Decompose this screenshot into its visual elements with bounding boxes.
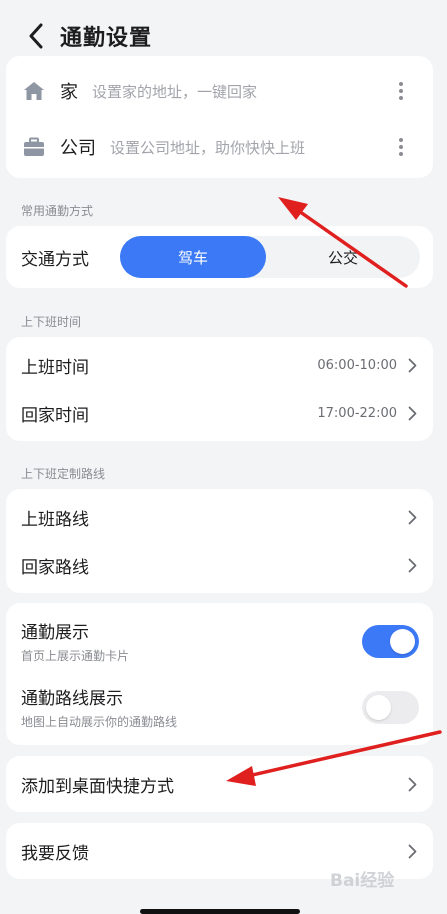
chevron-left-icon bbox=[29, 23, 43, 49]
add-shortcut-label: 添加到桌面快捷方式 bbox=[21, 776, 174, 797]
commute-mode-card: 交通方式 驾车 公交 bbox=[6, 226, 433, 288]
toggle-row-route-display: 通勤路线展示 地图上自动展示你的通勤路线 bbox=[6, 679, 433, 735]
display-card: 通勤展示 首页上展示通勤卡片 通勤路线展示 地图上自动展示你的通勤路线 bbox=[6, 603, 433, 745]
toggle-knob bbox=[390, 628, 415, 654]
time-row-value: 06:00-10:00 bbox=[317, 357, 397, 373]
address-hint: 设置公司地址，助你快快上班 bbox=[110, 138, 306, 157]
time-row-label: 回家时间 bbox=[21, 405, 89, 426]
home-icon bbox=[22, 79, 46, 103]
address-row-home[interactable]: 家 设置家的地址，一键回家 bbox=[6, 64, 433, 118]
toggle-row-sub: 地图上自动展示你的通勤路线 bbox=[21, 715, 178, 729]
address-hint: 设置家的地址，一键回家 bbox=[92, 82, 258, 101]
toggle-row-sub: 首页上展示通勤卡片 bbox=[21, 649, 130, 663]
more-vertical-icon[interactable] bbox=[391, 132, 411, 162]
commute-time-card: 上班时间 06:00-10:00 回家时间 17:00-22:00 bbox=[6, 337, 433, 441]
toggle-row-label: 通勤展示 bbox=[21, 623, 89, 643]
address-title: 家 bbox=[60, 82, 78, 103]
home-indicator bbox=[140, 909, 300, 914]
chevron-right-icon bbox=[405, 774, 419, 794]
watermark: Bai经验 bbox=[330, 871, 395, 891]
feedback-label: 我要反馈 bbox=[21, 843, 89, 864]
commute-mode-segmented-control: 驾车 公交 bbox=[120, 236, 420, 278]
mode-option-drive[interactable]: 驾车 bbox=[120, 236, 266, 278]
commute-display-toggle[interactable] bbox=[362, 624, 419, 658]
briefcase-icon bbox=[22, 135, 46, 159]
address-row-company[interactable]: 公司 设置公司地址，助你快快上班 bbox=[6, 120, 433, 174]
commute-mode-label: 交通方式 bbox=[21, 249, 89, 270]
toggle-knob bbox=[366, 694, 391, 720]
back-button[interactable] bbox=[16, 16, 56, 56]
route-row-label: 回家路线 bbox=[21, 557, 89, 578]
route-row-label: 上班路线 bbox=[21, 509, 89, 530]
route-row-work[interactable]: 上班路线 bbox=[6, 493, 433, 541]
section-label: 常用通勤方式 bbox=[21, 204, 94, 218]
time-row-work[interactable]: 上班时间 06:00-10:00 bbox=[6, 341, 433, 389]
section-label: 上下班定制路线 bbox=[21, 467, 106, 481]
time-row-home[interactable]: 回家时间 17:00-22:00 bbox=[6, 389, 433, 437]
address-card: 家 设置家的地址，一键回家 公司 设置公司地址，助你快快上班 bbox=[6, 56, 433, 178]
toggle-row-label: 通勤路线展示 bbox=[21, 689, 123, 709]
mode-option-transit[interactable]: 公交 bbox=[270, 236, 416, 278]
chevron-right-icon bbox=[405, 555, 419, 575]
chevron-right-icon bbox=[405, 355, 419, 375]
chevron-right-icon bbox=[405, 403, 419, 423]
add-shortcut-row[interactable]: 添加到桌面快捷方式 bbox=[6, 756, 433, 812]
time-row-value: 17:00-22:00 bbox=[317, 405, 397, 421]
chevron-right-icon bbox=[405, 841, 419, 861]
routes-card: 上班路线 回家路线 bbox=[6, 489, 433, 593]
section-label: 上下班时间 bbox=[21, 315, 82, 329]
page-title: 通勤设置 bbox=[60, 26, 153, 51]
address-title: 公司 bbox=[60, 138, 96, 159]
more-vertical-icon[interactable] bbox=[391, 76, 411, 106]
route-row-home[interactable]: 回家路线 bbox=[6, 541, 433, 589]
toggle-row-commute-display: 通勤展示 首页上展示通勤卡片 bbox=[6, 613, 433, 669]
time-row-label: 上班时间 bbox=[21, 357, 89, 378]
chevron-right-icon bbox=[405, 507, 419, 527]
shortcut-card: 添加到桌面快捷方式 bbox=[6, 756, 433, 812]
route-display-toggle[interactable] bbox=[362, 690, 419, 724]
